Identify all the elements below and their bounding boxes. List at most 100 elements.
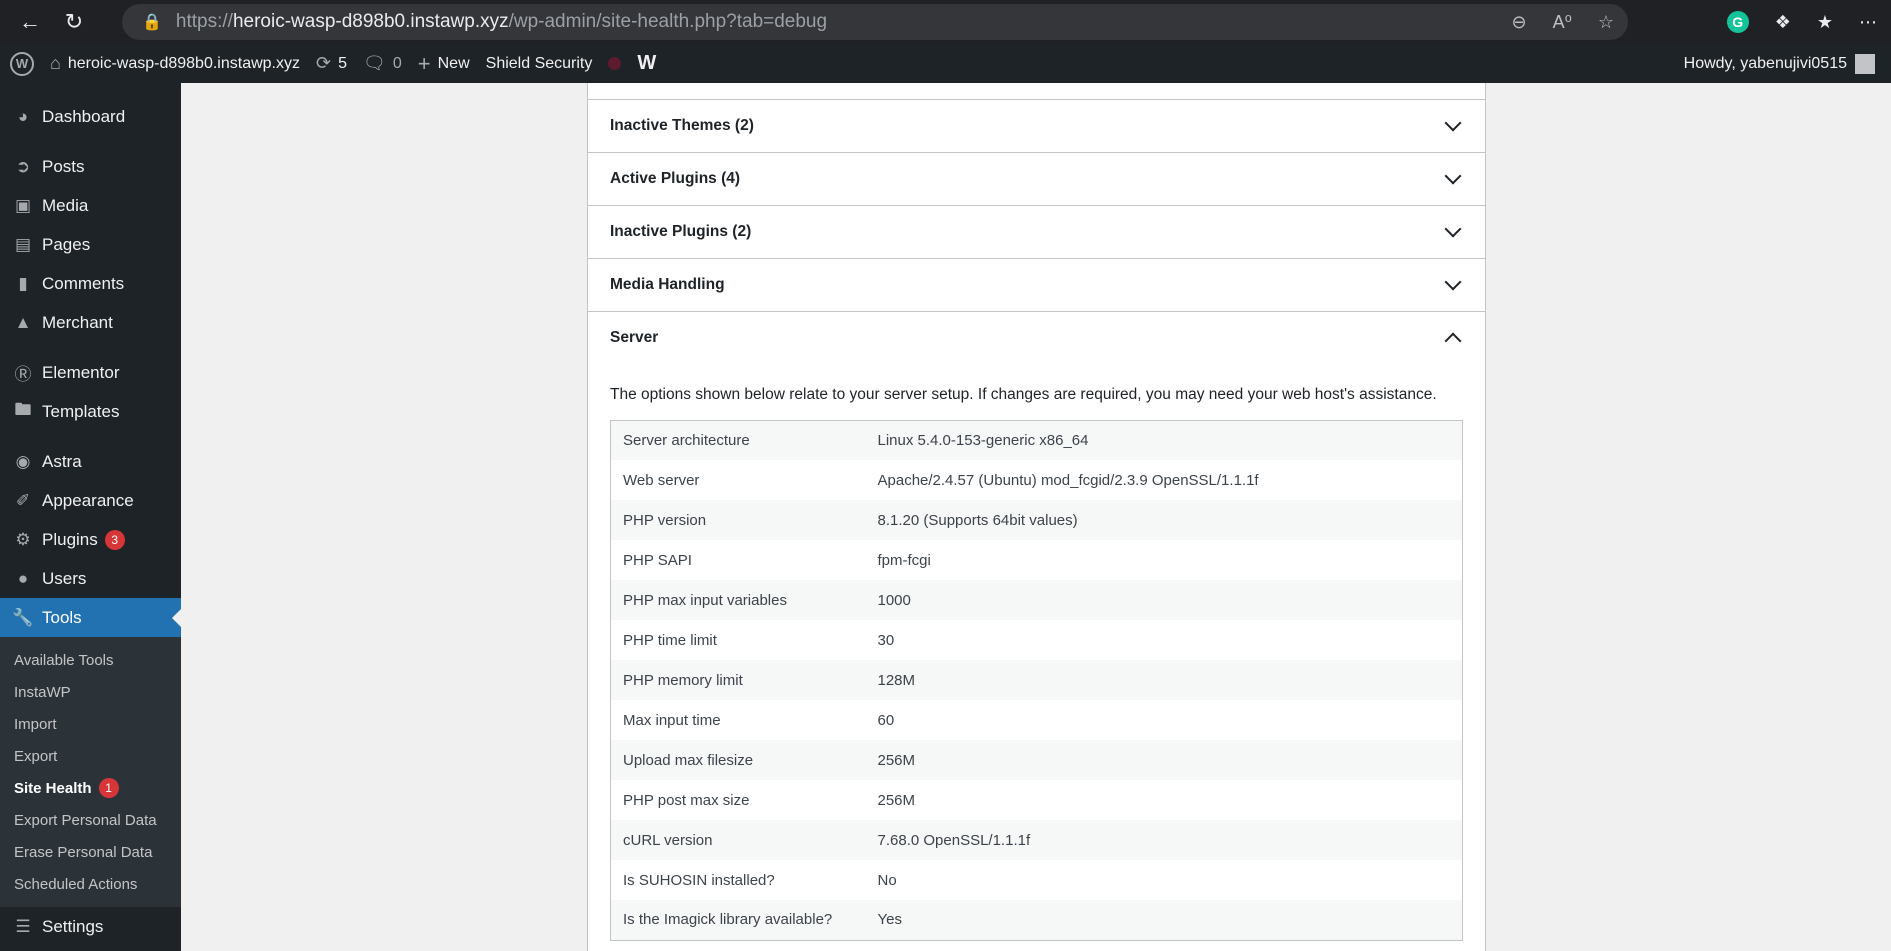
- setting-value: 256M: [877, 751, 916, 769]
- menu-label: Users: [42, 568, 87, 588]
- status-dot-icon: [608, 57, 622, 70]
- address-bar[interactable]: 🔒 https://heroic-wasp-d898b0.instawp.xyz…: [122, 4, 1628, 40]
- setting-name: cURL version: [623, 831, 713, 849]
- accordion-server[interactable]: Server: [588, 311, 1485, 364]
- accordion-title: Inactive Themes (2): [610, 117, 754, 134]
- folder-icon: 🖿: [14, 400, 32, 419]
- table-row: cURL version 7.68.0 OpenSSL/1.1.1f: [610, 820, 1463, 861]
- site-name-link[interactable]: ⌂ heroic-wasp-d898b0.instawp.xyz: [42, 44, 308, 83]
- plugins-update-badge: 3: [104, 529, 125, 550]
- favorites-icon[interactable]: ★: [1817, 12, 1833, 33]
- new-content-link[interactable]: + New: [410, 44, 478, 83]
- submenu-erase-personal-data[interactable]: Erase Personal Data: [0, 836, 181, 868]
- menu-label: Media: [42, 195, 89, 215]
- setting-value: Apache/2.4.57 (Ubuntu) mod_fcgid/2.3.9 O…: [877, 471, 1259, 489]
- menu-plugins[interactable]: ⚙ Plugins 3: [0, 520, 181, 559]
- accordion-inactive-plugins[interactable]: Inactive Plugins (2): [588, 205, 1485, 258]
- accordion-active-plugins[interactable]: Active Plugins (4): [588, 152, 1485, 205]
- menu-astra[interactable]: ◉ Astra: [0, 442, 181, 481]
- site-name: heroic-wasp-d898b0.instawp.xyz: [67, 54, 300, 72]
- chevron-down-icon: [1444, 167, 1462, 185]
- shield-label: Shield Security: [485, 54, 593, 72]
- setting-name: Upload max filesize: [623, 751, 754, 769]
- menu-users[interactable]: ● Users: [0, 559, 181, 598]
- submenu-site-health[interactable]: Site Health 1: [0, 772, 181, 804]
- menu-merchant[interactable]: ▲ Merchant: [0, 303, 181, 342]
- pin-icon: ➲: [15, 156, 31, 176]
- accordion-title: Media Handling: [610, 276, 725, 293]
- submenu-import[interactable]: Import: [0, 708, 181, 740]
- submenu-export-personal-data[interactable]: Export Personal Data: [0, 804, 181, 836]
- menu-label: Settings: [42, 916, 104, 936]
- zoom-out-icon[interactable]: ⊖: [1512, 12, 1527, 33]
- submenu-available-tools[interactable]: Available Tools: [0, 644, 181, 676]
- user-icon: ●: [17, 568, 29, 588]
- w-logo-icon: W: [637, 52, 657, 74]
- favorite-star-icon[interactable]: ☆: [1598, 12, 1614, 33]
- comment-icon: ▮: [18, 273, 28, 293]
- my-account-link[interactable]: Howdy, yabenujivi0515: [1676, 44, 1883, 83]
- menu-media[interactable]: ▣ Media: [0, 186, 181, 225]
- new-label: New: [437, 54, 470, 72]
- updates-link[interactable]: ⟳ 5: [308, 44, 355, 83]
- comments-count: 0: [392, 54, 402, 72]
- menu-label: Pages: [42, 234, 91, 254]
- menu-templates[interactable]: 🖿 Templates: [0, 392, 181, 431]
- more-menu-icon[interactable]: ⋯: [1859, 12, 1877, 33]
- server-section: The options shown below relate to your s…: [588, 364, 1485, 941]
- menu-pages[interactable]: ▤ Pages: [0, 225, 181, 264]
- table-row: PHP time limit 30: [611, 620, 1463, 660]
- shield-status-indicator[interactable]: [600, 44, 629, 83]
- site-health-info-panel: Inactive Themes (2) Active Plugins (4) I…: [587, 83, 1486, 951]
- extensions-icon[interactable]: ❖: [1775, 12, 1791, 33]
- submenu-scheduled-actions[interactable]: Scheduled Actions: [0, 868, 181, 900]
- brush-icon: ✐: [15, 490, 31, 510]
- table-row: PHP post max size 256M: [611, 780, 1463, 820]
- updates-count: 5: [338, 54, 347, 72]
- tools-submenu: Available Tools InstaWP Import Export Si…: [0, 637, 181, 907]
- setting-value: 1000: [877, 591, 911, 609]
- menu-comments[interactable]: ▮ Comments: [0, 264, 181, 303]
- menu-elementor[interactable]: Ⓡ Elementor: [0, 353, 181, 392]
- setting-name: Is SUHOSIN installed?: [623, 871, 775, 889]
- table-row: Upload max filesize 256M: [610, 740, 1463, 781]
- setting-name: PHP version: [623, 511, 707, 529]
- accordion-media-handling[interactable]: Media Handling: [588, 258, 1485, 311]
- updates-icon: ⟳: [316, 53, 332, 73]
- table-row: PHP SAPI fpm-fcgi: [611, 540, 1463, 580]
- server-description: The options shown below relate to your s…: [610, 386, 1437, 403]
- wp-logo-menu[interactable]: W: [0, 44, 42, 83]
- browser-toolbar: ← ↻ 🔒 https://heroic-wasp-d898b0.instawp…: [0, 0, 1891, 44]
- setting-value: Linux 5.4.0-153-generic x86_64: [877, 431, 1089, 449]
- w-menu-link[interactable]: W: [629, 44, 664, 83]
- menu-label: Merchant: [42, 312, 113, 332]
- accordion-inactive-themes[interactable]: Inactive Themes (2): [588, 99, 1485, 152]
- table-row: PHP memory limit 128M: [610, 660, 1463, 701]
- comments-link[interactable]: 🗨 0: [355, 44, 410, 83]
- media-icon: ▣: [14, 195, 32, 215]
- server-info-table: Server architecture Linux 5.4.0-153-gener…: [610, 419, 1463, 941]
- menu-tools[interactable]: 🔧 Tools: [0, 598, 181, 637]
- setting-value: fpm-fcgi: [877, 551, 931, 569]
- setting-value: 60: [877, 711, 895, 729]
- menu-settings[interactable]: ☰ Settings: [0, 907, 181, 946]
- read-aloud-icon[interactable]: A⁰: [1553, 12, 1572, 33]
- menu-dashboard[interactable]: ◕ Dashboard: [0, 97, 181, 136]
- setting-value: 8.1.20 (Supports 64bit values): [877, 511, 1078, 529]
- howdy-text: Howdy, yabenujivi0515: [1683, 54, 1847, 72]
- setting-value: 30: [877, 631, 895, 649]
- table-row: PHP version 8.1.20 (Supports 64bit values…: [610, 500, 1463, 541]
- shield-security-link[interactable]: Shield Security: [478, 44, 601, 83]
- menu-appearance[interactable]: ✐ Appearance: [0, 481, 181, 520]
- menu-posts[interactable]: ➲ Posts: [0, 147, 181, 186]
- setting-value: No: [877, 871, 897, 889]
- submenu-export[interactable]: Export: [0, 740, 181, 772]
- setting-name: Server architecture: [623, 431, 750, 449]
- submenu-instawp[interactable]: InstaWP: [0, 676, 181, 708]
- grammarly-icon[interactable]: G: [1726, 11, 1749, 33]
- url-text[interactable]: https://heroic-wasp-d898b0.instawp.xyz/w…: [176, 11, 827, 33]
- menu-label: Comments: [42, 273, 125, 293]
- setting-value: Yes: [877, 911, 902, 929]
- back-icon[interactable]: ←: [10, 2, 50, 42]
- reload-icon[interactable]: ↻: [54, 2, 94, 42]
